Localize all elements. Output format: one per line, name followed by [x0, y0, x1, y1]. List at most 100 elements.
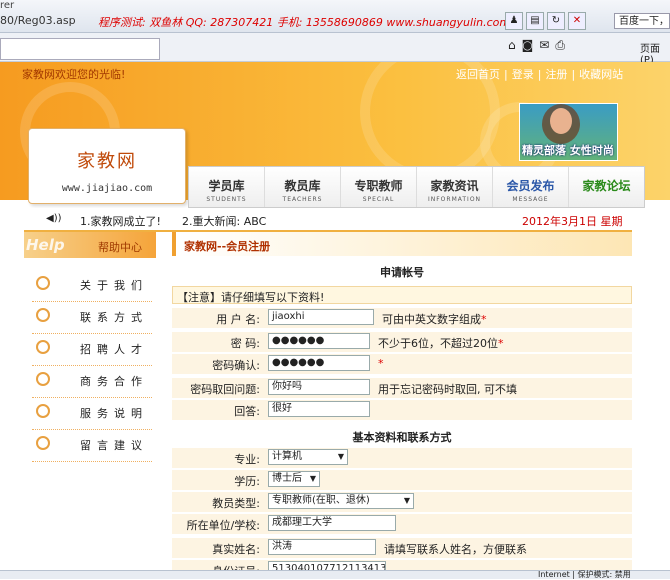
search-input[interactable]: 百度一下， [614, 13, 670, 29]
nav-sublabel: MESSAGE [512, 196, 549, 203]
teacher-type-select[interactable]: 专职教师(在职、退休) ▼ [268, 493, 414, 509]
print-icon[interactable]: ⎙ [555, 38, 565, 53]
bullet-icon [36, 340, 50, 354]
sidebar-item-label: 联系方式 [80, 311, 148, 324]
confirm-password-input[interactable]: ●●●●●● [268, 355, 370, 371]
address-bar[interactable]: 80/Reg03.asp [0, 14, 76, 27]
password-hint-text: 不少于6位，不超过20位 [378, 337, 498, 350]
chevron-down-icon: ▼ [337, 452, 344, 461]
nav-information[interactable]: 家教资讯 INFORMATION [417, 167, 493, 207]
nav-label: 家教论坛 [582, 179, 631, 193]
major-row: 专业: 计算机 ▼ [172, 448, 632, 468]
confirm-row: 密码确认: ●●●●●● * [172, 354, 632, 374]
type-value: 专职教师(在职、退休) [272, 495, 370, 506]
password-input[interactable]: ●●●●●● [268, 333, 370, 349]
sidebar-item-service[interactable]: 服务说明 [32, 398, 152, 430]
bullet-icon [36, 404, 50, 418]
frame-text: rer [0, 0, 15, 11]
school-row: 所在单位/学校: 成都理工大学 [172, 514, 632, 534]
name-label: 真实姓名: [212, 543, 260, 556]
username-input[interactable]: jiaoxhi [268, 309, 374, 325]
username-label: 用 户 名: [216, 313, 260, 326]
mail-icon[interactable]: ✉ [539, 38, 549, 52]
answer-label: 回答: [234, 405, 260, 418]
nav-sublabel: TEACHERS [282, 196, 323, 203]
compat-icon[interactable]: ♟ [505, 12, 523, 30]
toolbar-icons: ♟ ▤ ↻ ✕ [505, 12, 589, 30]
breadcrumb: 家教网--会员注册 [172, 232, 632, 256]
bullet-icon [36, 372, 50, 386]
sidebar-item-about[interactable]: 关于我们 [32, 270, 152, 302]
degree-select[interactable]: 博士后 ▼ [268, 471, 320, 487]
news-item[interactable]: 2.重大新闻: ABC [182, 213, 266, 229]
top-links: 返回首页 | 登录 | 注册 | 收藏网站 [456, 68, 624, 81]
answer-row: 回答: 很好 [172, 400, 632, 420]
realname-input[interactable]: 洪涛 [268, 539, 376, 555]
sidebar-item-business[interactable]: 商务合作 [32, 366, 152, 398]
sidebar-item-label: 招聘人才 [80, 343, 148, 356]
sidebar-item-label: 关于我们 [80, 279, 148, 292]
sidebar-item-feedback[interactable]: 留言建议 [32, 430, 152, 462]
section-title-account: 申请帐号 [380, 266, 424, 279]
notice-text: 【注意】请仔细填写以下资料! [172, 286, 632, 304]
name-row: 真实姓名: 洪涛 请填写联系人姓名，方便联系 [172, 538, 632, 558]
question-row: 密码取回问题: 你好吗 用于忘记密码时取回, 可不填 [172, 378, 632, 398]
degree-value: 博士后 [272, 473, 302, 484]
major-label: 专业: [234, 453, 260, 466]
bullet-icon [36, 276, 50, 290]
sidebar-list: 关于我们 联系方式 招聘人才 商务合作 服务说明 留言建议 [32, 270, 152, 462]
sidebar-item-label: 服务说明 [80, 407, 148, 420]
ad-banner[interactable]: 精灵部落 女性时尚 [519, 103, 618, 161]
ad-image-face [550, 108, 572, 134]
answer-input[interactable]: 很好 [268, 401, 370, 417]
nav-teachers[interactable]: 教员库 TEACHERS [265, 167, 341, 207]
help-sidebar: Help 帮助中心 关于我们 联系方式 招聘人才 商务合作 服务说明 留言建议 [24, 232, 156, 578]
page-icon[interactable]: ▤ [526, 12, 544, 30]
feed-icon[interactable]: ◙ [522, 38, 534, 52]
register-panel: 家教网--会员注册 申请帐号 【注意】请仔细填写以下资料! 用 户 名: jia… [172, 232, 632, 578]
sidebar-title: 帮助中心 [98, 241, 142, 254]
favorite-link[interactable]: 收藏网站 [579, 68, 623, 81]
section-title-basic: 基本资料和联系方式 [352, 431, 452, 444]
nav-sublabel: STUDENTS [206, 196, 247, 203]
home-link[interactable]: 返回首页 [456, 68, 500, 81]
browser-tab[interactable] [0, 38, 160, 60]
nav-forum[interactable]: 家教论坛 [569, 167, 644, 207]
home-icon[interactable]: ⌂ [508, 38, 516, 52]
major-value: 计算机 [272, 451, 302, 462]
chevron-down-icon: ▼ [309, 474, 316, 483]
nav-label: 学员库 [208, 179, 245, 193]
news-item[interactable]: 1.家教网成立了! [80, 213, 161, 229]
school-input[interactable]: 成都理工大学 [268, 515, 396, 531]
register-link[interactable]: 注册 [545, 68, 567, 81]
nav-special[interactable]: 专职教师 SPECIAL [341, 167, 417, 207]
username-hint-text: 可由中英文数字组成 [382, 313, 481, 326]
question-hint: 用于忘记密码时取回, 可不填 [378, 383, 517, 396]
nav-sublabel: INFORMATION [427, 196, 482, 203]
main-nav: 学员库 STUDENTS 教员库 TEACHERS 专职教师 SPECIAL 家教资讯… [188, 166, 645, 208]
sidebar-item-jobs[interactable]: 招聘人才 [32, 334, 152, 366]
login-link[interactable]: 登录 [512, 68, 534, 81]
major-select[interactable]: 计算机 ▼ [268, 449, 348, 465]
bullet-icon [36, 308, 50, 322]
bullet-icon [36, 436, 50, 450]
sidebar-item-contact[interactable]: 联系方式 [32, 302, 152, 334]
username-row: 用 户 名: jiaoxhi 可由中英文数字组成* [172, 308, 632, 328]
ad-text: 精灵部落 女性时尚 [522, 144, 614, 157]
help-watermark: Help [26, 236, 65, 254]
breadcrumb-text: 家教网--会员注册 [184, 240, 271, 253]
speaker-icon: ◀)) [46, 213, 62, 224]
type-label: 教员类型: [212, 497, 260, 510]
browser-toolbar: rer 80/Reg03.asp 程序测试: 双鱼林 QQ: 287307421… [0, 0, 670, 33]
site-logo[interactable]: 家教网 www.jiajiao.com [28, 128, 186, 204]
nav-label: 专职教师 [354, 179, 403, 193]
nav-students[interactable]: 学员库 STUDENTS [189, 167, 265, 207]
nav-message[interactable]: 会员发布 MESSAGE [493, 167, 569, 207]
required-mark: * [498, 337, 504, 350]
chevron-down-icon: ▼ [403, 496, 410, 505]
refresh-icon[interactable]: ↻ [547, 12, 565, 30]
question-input[interactable]: 你好吗 [268, 379, 370, 395]
password-row: 密 码: ●●●●●● 不少于6位，不超过20位* [172, 332, 632, 352]
stop-icon[interactable]: ✕ [568, 12, 586, 30]
password-hint: 不少于6位，不超过20位* [378, 335, 504, 351]
